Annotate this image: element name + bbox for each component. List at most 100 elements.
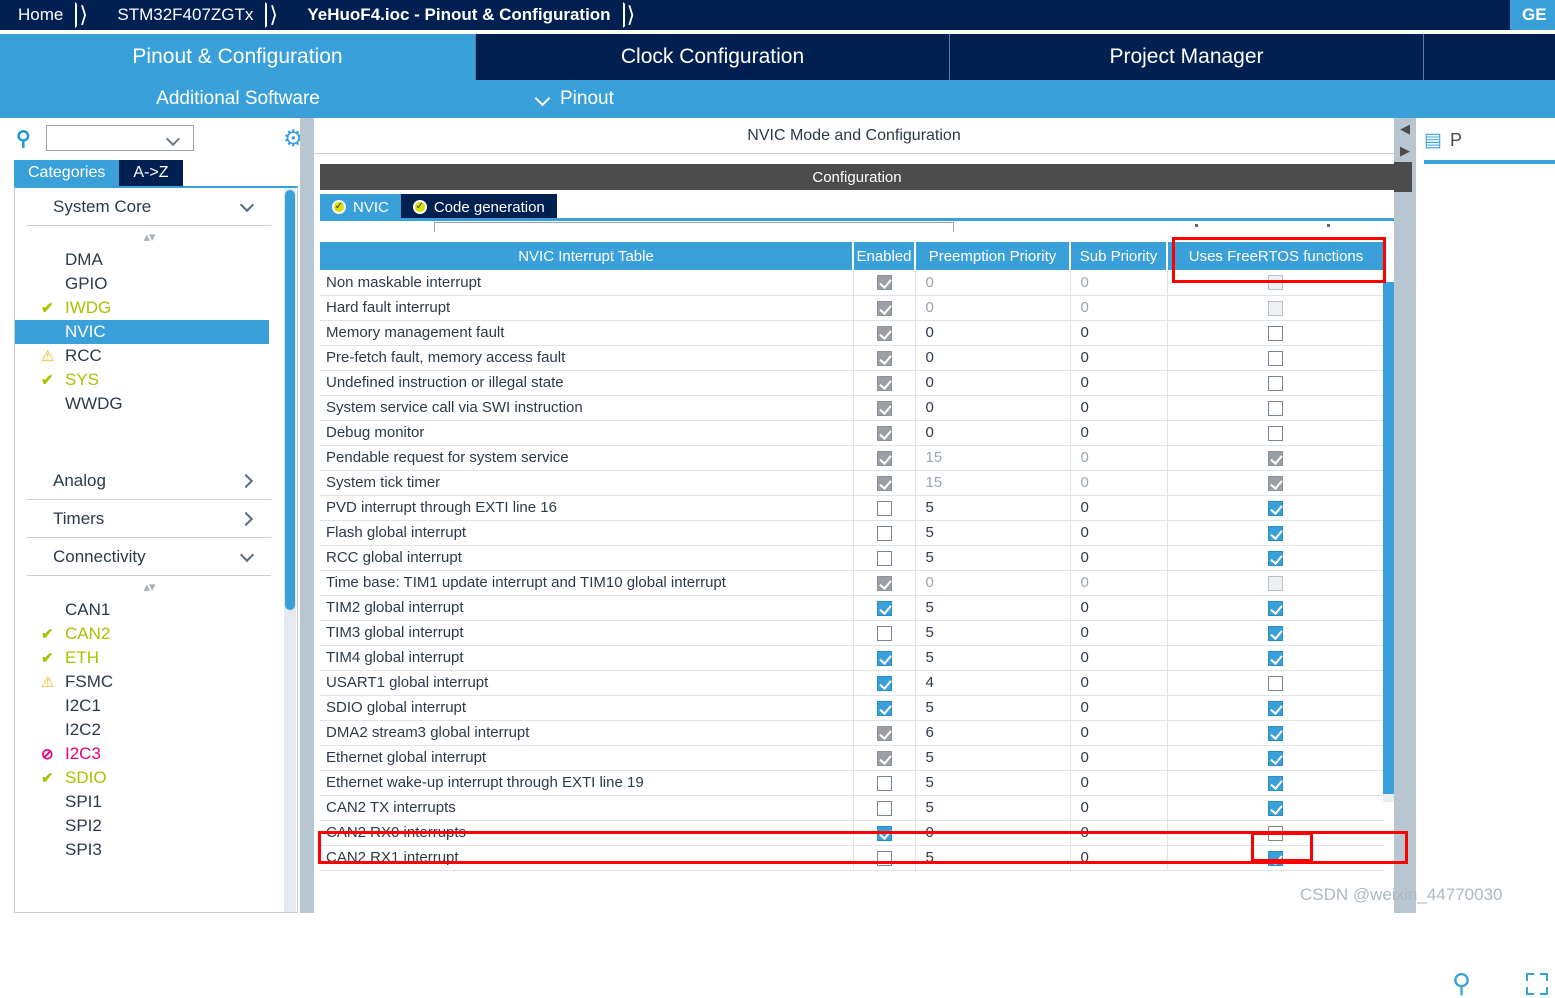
sidebar-item-i2c1[interactable]: I2C1 [15,694,283,718]
tab-code-generation[interactable]: ✓ Code generation [400,194,557,220]
enabled-cell[interactable] [853,645,916,671]
uses-freertos-cell[interactable] [1167,670,1384,696]
sub-priority-cell[interactable]: 0 [1070,495,1168,521]
uses-freertos-cell[interactable] [1167,595,1384,621]
enabled-checkbox[interactable] [876,275,892,291]
uses-freertos-cell[interactable] [1167,745,1384,771]
search-icon[interactable]: ⚲ [16,126,46,151]
preemption-priority-cell[interactable]: 5 [915,495,1071,521]
uses-freertos-checkbox[interactable] [1268,675,1284,691]
sub-priority-cell[interactable]: 0 [1070,670,1168,696]
table-row[interactable]: Ethernet global interrupt 5 0 [320,745,1384,771]
table-row[interactable]: Debug monitor 0 0 [320,420,1384,446]
sidebar-group-splitter[interactable]: ▴▾ [15,226,283,248]
sub-priority-cell[interactable]: 0 [1070,795,1168,821]
sidebar-group-analog[interactable]: Analog [27,462,271,500]
uses-freertos-cell[interactable] [1167,820,1384,846]
table-row[interactable]: Flash global interrupt 5 0 [320,520,1384,546]
tab-categories[interactable]: Categories [14,160,120,186]
tab-additional-software[interactable]: Additional Software [0,88,476,110]
generate-code-button[interactable]: GE [1510,0,1555,30]
table-row[interactable]: SDIO global interrupt 5 0 [320,695,1384,721]
table-row[interactable]: Time base: TIM1 update interrupt and TIM… [320,570,1384,596]
tab-clock-configuration[interactable]: Clock Configuration [476,34,950,80]
sub-priority-cell[interactable]: 0 [1070,845,1168,871]
preemption-priority-cell[interactable]: 5 [915,520,1071,546]
enabled-cell[interactable] [853,620,916,646]
table-row[interactable]: Ethernet wake-up interrupt through EXTI … [320,770,1384,796]
preemption-priority-cell[interactable]: 0 [915,345,1071,371]
tab-a-to-z[interactable]: A->Z [119,160,183,186]
enabled-checkbox[interactable] [876,475,892,491]
sidebar-item-rcc[interactable]: ⚠ RCC [15,344,283,368]
sidebar-item-wwdg[interactable]: WWDG [15,392,283,416]
uses-freertos-checkbox[interactable] [1268,500,1284,516]
enabled-cell[interactable] [853,820,916,846]
sub-priority-cell[interactable]: 0 [1070,370,1168,396]
enabled-checkbox[interactable] [876,350,892,366]
tab-nvic[interactable]: ✓ NVIC [320,194,401,220]
uses-freertos-cell[interactable] [1167,695,1384,721]
search-input[interactable] [46,125,194,151]
enabled-checkbox[interactable] [876,850,892,866]
preemption-priority-cell[interactable]: 5 [915,845,1071,871]
uses-freertos-cell[interactable] [1167,620,1384,646]
table-row[interactable]: TIM4 global interrupt 5 0 [320,645,1384,671]
uses-freertos-checkbox[interactable] [1268,700,1284,716]
enabled-cell[interactable] [853,370,916,396]
uses-freertos-cell[interactable] [1167,720,1384,746]
preemption-priority-cell[interactable]: 5 [915,695,1071,721]
uses-freertos-checkbox[interactable] [1268,800,1284,816]
sub-priority-cell[interactable]: 0 [1070,320,1168,346]
sidebar-item-spi2[interactable]: SPI2 [15,814,283,838]
table-row[interactable]: TIM2 global interrupt 5 0 [320,595,1384,621]
enabled-cell[interactable] [853,395,916,421]
uses-freertos-checkbox[interactable] [1268,300,1284,316]
uses-freertos-cell[interactable] [1167,845,1384,871]
sidebar-item-i2c2[interactable]: I2C2 [15,718,283,742]
column-header-preemption-priority[interactable]: Preemption Priority [915,242,1071,270]
uses-freertos-cell[interactable] [1167,470,1384,496]
sidebar-item-spi1[interactable]: SPI1 [15,790,283,814]
sidebar-group-timers[interactable]: Timers [27,500,271,538]
column-header-uses-freertos[interactable]: Uses FreeRTOS functions [1167,242,1384,270]
enabled-checkbox[interactable] [876,625,892,641]
sidebar-item-gpio[interactable]: GPIO [15,272,283,296]
sub-priority-cell[interactable]: 0 [1070,720,1168,746]
right-divider[interactable] [1394,118,1416,913]
enabled-cell[interactable] [853,270,916,296]
sidebar-item-sdio[interactable]: ✔ SDIO [15,766,283,790]
sidebar-item-iwdg[interactable]: ✔ IWDG [15,296,283,320]
tab-project-manager[interactable]: Project Manager [950,34,1424,80]
enabled-cell[interactable] [853,345,916,371]
uses-freertos-checkbox[interactable] [1268,400,1284,416]
enabled-cell[interactable] [853,845,916,871]
enabled-cell[interactable] [853,420,916,446]
sub-priority-cell[interactable]: 0 [1070,570,1168,596]
preemption-priority-cell[interactable]: 0 [915,270,1071,296]
enabled-checkbox[interactable] [876,825,892,841]
sub-priority-cell[interactable]: 0 [1070,520,1168,546]
sidebar-item-can1[interactable]: CAN1 [15,598,283,622]
uses-freertos-checkbox[interactable] [1268,550,1284,566]
uses-freertos-checkbox[interactable] [1268,425,1284,441]
sub-priority-cell[interactable]: 0 [1070,820,1168,846]
preemption-priority-cell[interactable]: 5 [915,795,1071,821]
enabled-checkbox[interactable] [876,500,892,516]
table-row[interactable]: Pendable request for system service 15 0 [320,445,1384,471]
uses-freertos-cell[interactable] [1167,395,1384,421]
enabled-cell[interactable] [853,520,916,546]
sidebar-item-nvic[interactable]: NVIC [15,320,269,344]
uses-freertos-cell[interactable] [1167,545,1384,571]
table-row[interactable]: System tick timer 15 0 [320,470,1384,496]
preemption-priority-cell[interactable]: 4 [915,670,1071,696]
collapse-left-icon[interactable]: ◀ [1396,118,1414,140]
table-row[interactable]: CAN2 TX interrupts 5 0 [320,795,1384,821]
sidebar-item-can2[interactable]: ✔ CAN2 [15,622,283,646]
preemption-priority-cell[interactable]: 6 [915,720,1071,746]
sub-priority-cell[interactable]: 0 [1070,545,1168,571]
column-header-enabled[interactable]: Enabled [853,242,916,270]
uses-freertos-checkbox[interactable] [1268,625,1284,641]
preemption-priority-cell[interactable]: 5 [915,645,1071,671]
uses-freertos-cell[interactable] [1167,370,1384,396]
